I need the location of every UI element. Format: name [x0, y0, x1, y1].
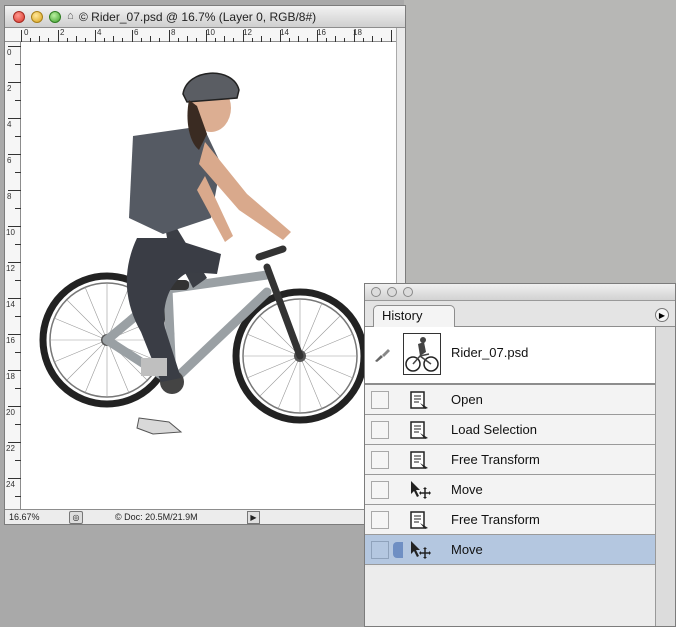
- palette-titlebar[interactable]: [365, 284, 675, 301]
- ruler-label: 14: [6, 300, 15, 309]
- history-brush-source-icon[interactable]: [373, 347, 391, 363]
- history-source-checkbox[interactable]: [371, 451, 389, 469]
- document-window: ⌂ © Rider_07.psd @ 16.7% (Layer 0, RGB/8…: [4, 5, 406, 525]
- palette-minimize-button[interactable]: [387, 287, 397, 297]
- zoom-button[interactable]: [49, 11, 61, 23]
- ruler-label: 22: [6, 444, 15, 453]
- document-brush-icon: [409, 510, 431, 530]
- document-titlebar[interactable]: ⌂ © Rider_07.psd @ 16.7% (Layer 0, RGB/8…: [5, 6, 405, 28]
- history-item-label: Free Transform: [451, 452, 540, 467]
- history-item-label: Move: [451, 542, 483, 557]
- move-tool-icon: [409, 480, 431, 500]
- history-item-label: Free Transform: [451, 512, 540, 527]
- document-brush-icon: [409, 450, 431, 470]
- document-size: © Doc: 20.5M/21.9M: [115, 512, 198, 522]
- history-item[interactable]: Free Transform: [365, 445, 657, 475]
- cyclist-image: [39, 72, 368, 435]
- history-source-checkbox[interactable]: [371, 391, 389, 409]
- history-scrollbar[interactable]: [655, 327, 675, 626]
- ruler-label: 8: [7, 192, 12, 201]
- document-brush-icon: [409, 390, 431, 410]
- history-item-selected[interactable]: Move: [365, 535, 657, 565]
- history-empty-area: [365, 567, 657, 626]
- ruler-label: 4: [7, 120, 12, 129]
- horizontal-ruler[interactable]: 0 2 4 6 8 10 12 14 16 18: [5, 28, 405, 42]
- minimize-button[interactable]: [31, 11, 43, 23]
- snapshot-row[interactable]: Rider_07.psd: [365, 327, 657, 385]
- palette-close-button[interactable]: [371, 287, 381, 297]
- history-item[interactable]: Load Selection: [365, 415, 657, 445]
- palette-zoom-button[interactable]: [403, 287, 413, 297]
- snapshot-name: Rider_07.psd: [451, 345, 529, 360]
- document-brush-icon: [409, 420, 431, 440]
- snapshot-thumbnail: [403, 333, 441, 375]
- zoom-level[interactable]: 16.67%: [9, 512, 40, 522]
- ruler-label: 2: [7, 84, 12, 93]
- history-item-label: Open: [451, 392, 483, 407]
- history-source-checkbox[interactable]: [371, 511, 389, 529]
- proxy-file-icon[interactable]: ⌂: [67, 10, 76, 23]
- ruler-label: 20: [6, 408, 15, 417]
- vertical-ruler[interactable]: 0 2 4 6 8 10 12 14 16 18 20 22 24: [5, 42, 21, 510]
- history-source-checkbox[interactable]: [371, 481, 389, 499]
- palette-menu-arrow-icon[interactable]: ▶: [655, 308, 669, 322]
- status-menu-arrow-icon[interactable]: ▶: [247, 511, 260, 524]
- vertical-ruler-ticks: [8, 46, 21, 497]
- ruler-label: 16: [6, 336, 15, 345]
- ruler-label: 18: [6, 372, 15, 381]
- ruler-label: 12: [6, 264, 15, 273]
- history-source-checkbox[interactable]: [371, 541, 389, 559]
- palette-tab-row: History ▶: [365, 301, 675, 327]
- close-button[interactable]: [13, 11, 25, 23]
- ruler-label: 10: [6, 228, 15, 237]
- status-bar: 16.67% ◎ © Doc: 20.5M/21.9M ▶: [5, 509, 405, 524]
- history-item[interactable]: Free Transform: [365, 505, 657, 535]
- history-item[interactable]: Move: [365, 475, 657, 505]
- history-state-slider[interactable]: [393, 542, 403, 558]
- history-palette: History ▶ Rider_07.psd Open Load Selecti…: [364, 283, 676, 627]
- move-tool-icon: [409, 540, 431, 560]
- ruler-ticks: [21, 30, 392, 42]
- ruler-label: 24: [6, 480, 15, 489]
- tab-history[interactable]: History: [373, 305, 455, 327]
- image-canvas[interactable]: [21, 42, 397, 510]
- ruler-label: 6: [7, 156, 12, 165]
- status-info-icon[interactable]: ◎: [69, 511, 83, 524]
- history-item-label: Move: [451, 482, 483, 497]
- history-item[interactable]: Open: [365, 385, 657, 415]
- history-list: Open Load Selection Free Transform Move: [365, 385, 657, 565]
- ruler-label: 0: [7, 48, 12, 57]
- history-item-label: Load Selection: [451, 422, 538, 437]
- document-title: © Rider_07.psd @ 16.7% (Layer 0, RGB/8#): [79, 10, 317, 24]
- history-source-checkbox[interactable]: [371, 421, 389, 439]
